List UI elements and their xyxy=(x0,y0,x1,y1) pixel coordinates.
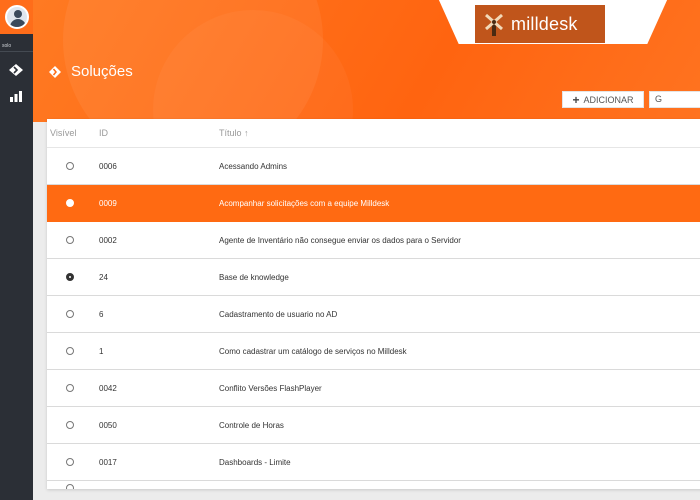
bar-chart-icon xyxy=(10,91,22,102)
secondary-button[interactable]: G xyxy=(649,91,700,108)
row-id: 0050 xyxy=(99,420,117,430)
table-header: Visível ID Título ↑ xyxy=(47,119,700,148)
row-id: 0006 xyxy=(99,161,117,171)
table-row-selected[interactable]: 0009 Acompanhar solicitações com a equip… xyxy=(47,185,700,222)
row-id: 0017 xyxy=(99,457,117,467)
column-header-title[interactable]: Título ↑ xyxy=(219,128,700,138)
eye-icon[interactable] xyxy=(66,273,74,281)
add-button[interactable]: + ADICIONAR xyxy=(562,91,644,108)
sidebar: solo xyxy=(0,0,33,500)
solutions-table: Visível ID Título ↑ 0006 Acessando Admin… xyxy=(47,119,700,489)
sidebar-item-solutions[interactable] xyxy=(8,63,24,77)
sidebar-avatar-area[interactable] xyxy=(0,0,33,34)
page-title: Soluções xyxy=(71,63,133,80)
windmill-icon xyxy=(485,13,503,36)
row-id: 1 xyxy=(99,346,104,356)
table-row[interactable]: 0006 Acessando Admins xyxy=(47,148,700,185)
visibility-radio[interactable] xyxy=(66,236,74,244)
row-title: Base de knowledge xyxy=(219,272,289,282)
row-title: Acessando Admins xyxy=(219,161,288,171)
visibility-radio[interactable] xyxy=(66,421,74,429)
row-title: Dashboards - Limite xyxy=(219,457,291,467)
table-row[interactable]: 6 Cadastramento de usuario no AD xyxy=(47,296,700,333)
avatar[interactable] xyxy=(4,5,29,29)
add-button-label: ADICIONAR xyxy=(583,94,634,105)
visibility-radio[interactable] xyxy=(66,384,74,392)
row-title: Acompanhar solicitações com a equipe Mil… xyxy=(219,198,390,208)
row-id: 0002 xyxy=(99,235,117,245)
table-row[interactable]: 0050 Controle de Horas xyxy=(47,407,700,444)
visibility-radio[interactable] xyxy=(66,484,74,489)
visibility-radio[interactable] xyxy=(66,199,74,207)
sidebar-divider xyxy=(0,51,33,52)
sidebar-user-label: solo xyxy=(2,43,12,49)
column-header-visible[interactable]: Visível xyxy=(47,128,99,138)
sidebar-item-reports[interactable] xyxy=(8,89,24,103)
table-row[interactable]: 0042 Conflito Versões FlashPlayer xyxy=(47,370,700,407)
diamond-arrow-icon xyxy=(9,64,23,76)
row-id: 6 xyxy=(99,309,104,319)
logo-text: milldesk xyxy=(511,13,578,34)
row-title: Como cadastrar um catálogo de serviços n… xyxy=(219,346,407,356)
diamond-arrow-icon xyxy=(49,65,61,78)
visibility-radio[interactable] xyxy=(66,347,74,355)
secondary-button-label: G xyxy=(655,94,663,104)
row-title: Agente de Inventário não consegue enviar… xyxy=(219,235,461,245)
table-row-partial[interactable] xyxy=(47,481,700,489)
row-title: Conflito Versões FlashPlayer xyxy=(219,383,322,393)
table-row[interactable]: 24 Base de knowledge xyxy=(47,259,700,296)
page-title-area: Soluções xyxy=(49,63,133,80)
visibility-radio[interactable] xyxy=(66,310,74,318)
table-row[interactable]: 1 Como cadastrar um catálogo de serviços… xyxy=(47,333,700,370)
row-id: 0042 xyxy=(99,383,117,393)
column-header-id[interactable]: ID xyxy=(99,128,219,138)
logo[interactable]: milldesk xyxy=(475,5,605,43)
row-title: Controle de Horas xyxy=(219,420,284,430)
row-title: Cadastramento de usuario no AD xyxy=(219,309,338,319)
table-row[interactable]: 0002 Agente de Inventário não consegue e… xyxy=(47,222,700,259)
visibility-radio[interactable] xyxy=(66,162,74,170)
row-id: 0009 xyxy=(99,198,117,208)
visibility-radio[interactable] xyxy=(66,458,74,466)
plus-icon: + xyxy=(572,92,580,107)
table-row[interactable]: 0017 Dashboards - Limite xyxy=(47,444,700,481)
row-id: 24 xyxy=(99,272,108,282)
